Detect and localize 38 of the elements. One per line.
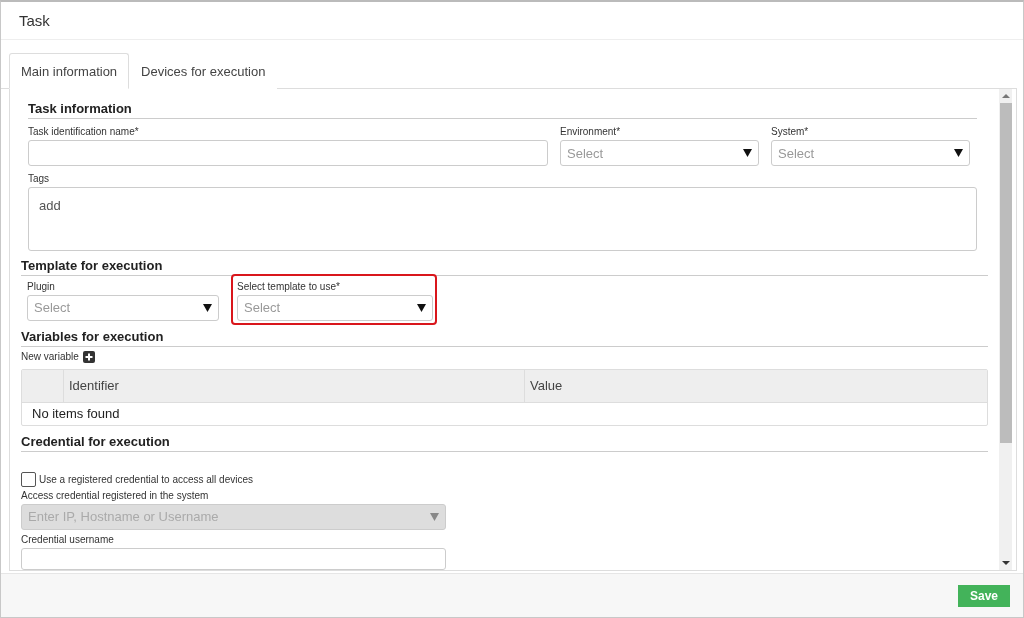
select-field[interactable]: Select: [560, 140, 759, 166]
caret-icon: [743, 149, 752, 157]
field-label: Plugin: [27, 280, 56, 292]
field-label: Access credential registered in the system: [21, 489, 210, 501]
caret-icon: [203, 303, 212, 312]
field-label: Select template to use*: [237, 280, 341, 292]
input-field[interactable]: [28, 140, 548, 166]
section-heading: Credential for execution: [21, 433, 988, 452]
column-header: Value: [524, 369, 987, 402]
section-heading: Task information: [28, 101, 977, 119]
caret-icon: [430, 512, 439, 521]
section-heading: Template for execution: [21, 257, 988, 276]
scroll-down-icon[interactable]: [1001, 559, 1010, 567]
scroll-thumb[interactable]: [999, 103, 1012, 443]
empty-message: No items found: [31, 405, 121, 424]
field-label: System*: [771, 126, 810, 137]
checkbox-label[interactable]: Use a registered credential to access all devices: [21, 471, 988, 487]
plus-icon: [82, 350, 95, 363]
dialog-title: Task: [19, 12, 50, 29]
field-label: Credential username: [21, 533, 115, 545]
column-header: Identifier: [63, 369, 524, 402]
tab[interactable]: Main information: [9, 53, 130, 89]
caret-icon: [417, 303, 426, 312]
checkbox[interactable]: [21, 471, 36, 487]
select-field[interactable]: Select: [27, 294, 219, 321]
tags-field[interactable]: add: [28, 187, 977, 251]
new-variable-button[interactable]: New variable: [21, 350, 95, 363]
select-field[interactable]: Select: [771, 140, 970, 166]
section-heading: Variables for execution: [21, 328, 988, 347]
field-label: Environment*: [560, 126, 622, 137]
select-field[interactable]: Select: [237, 294, 433, 321]
field-label: Task identification name*: [28, 126, 140, 137]
scroll-up-icon[interactable]: [1001, 92, 1010, 100]
scrollbar[interactable]: [999, 89, 1012, 570]
field-label: Tags: [28, 173, 51, 184]
save-button[interactable]: Save: [957, 584, 1010, 607]
input-field[interactable]: [21, 547, 446, 570]
caret-icon: [954, 149, 963, 157]
